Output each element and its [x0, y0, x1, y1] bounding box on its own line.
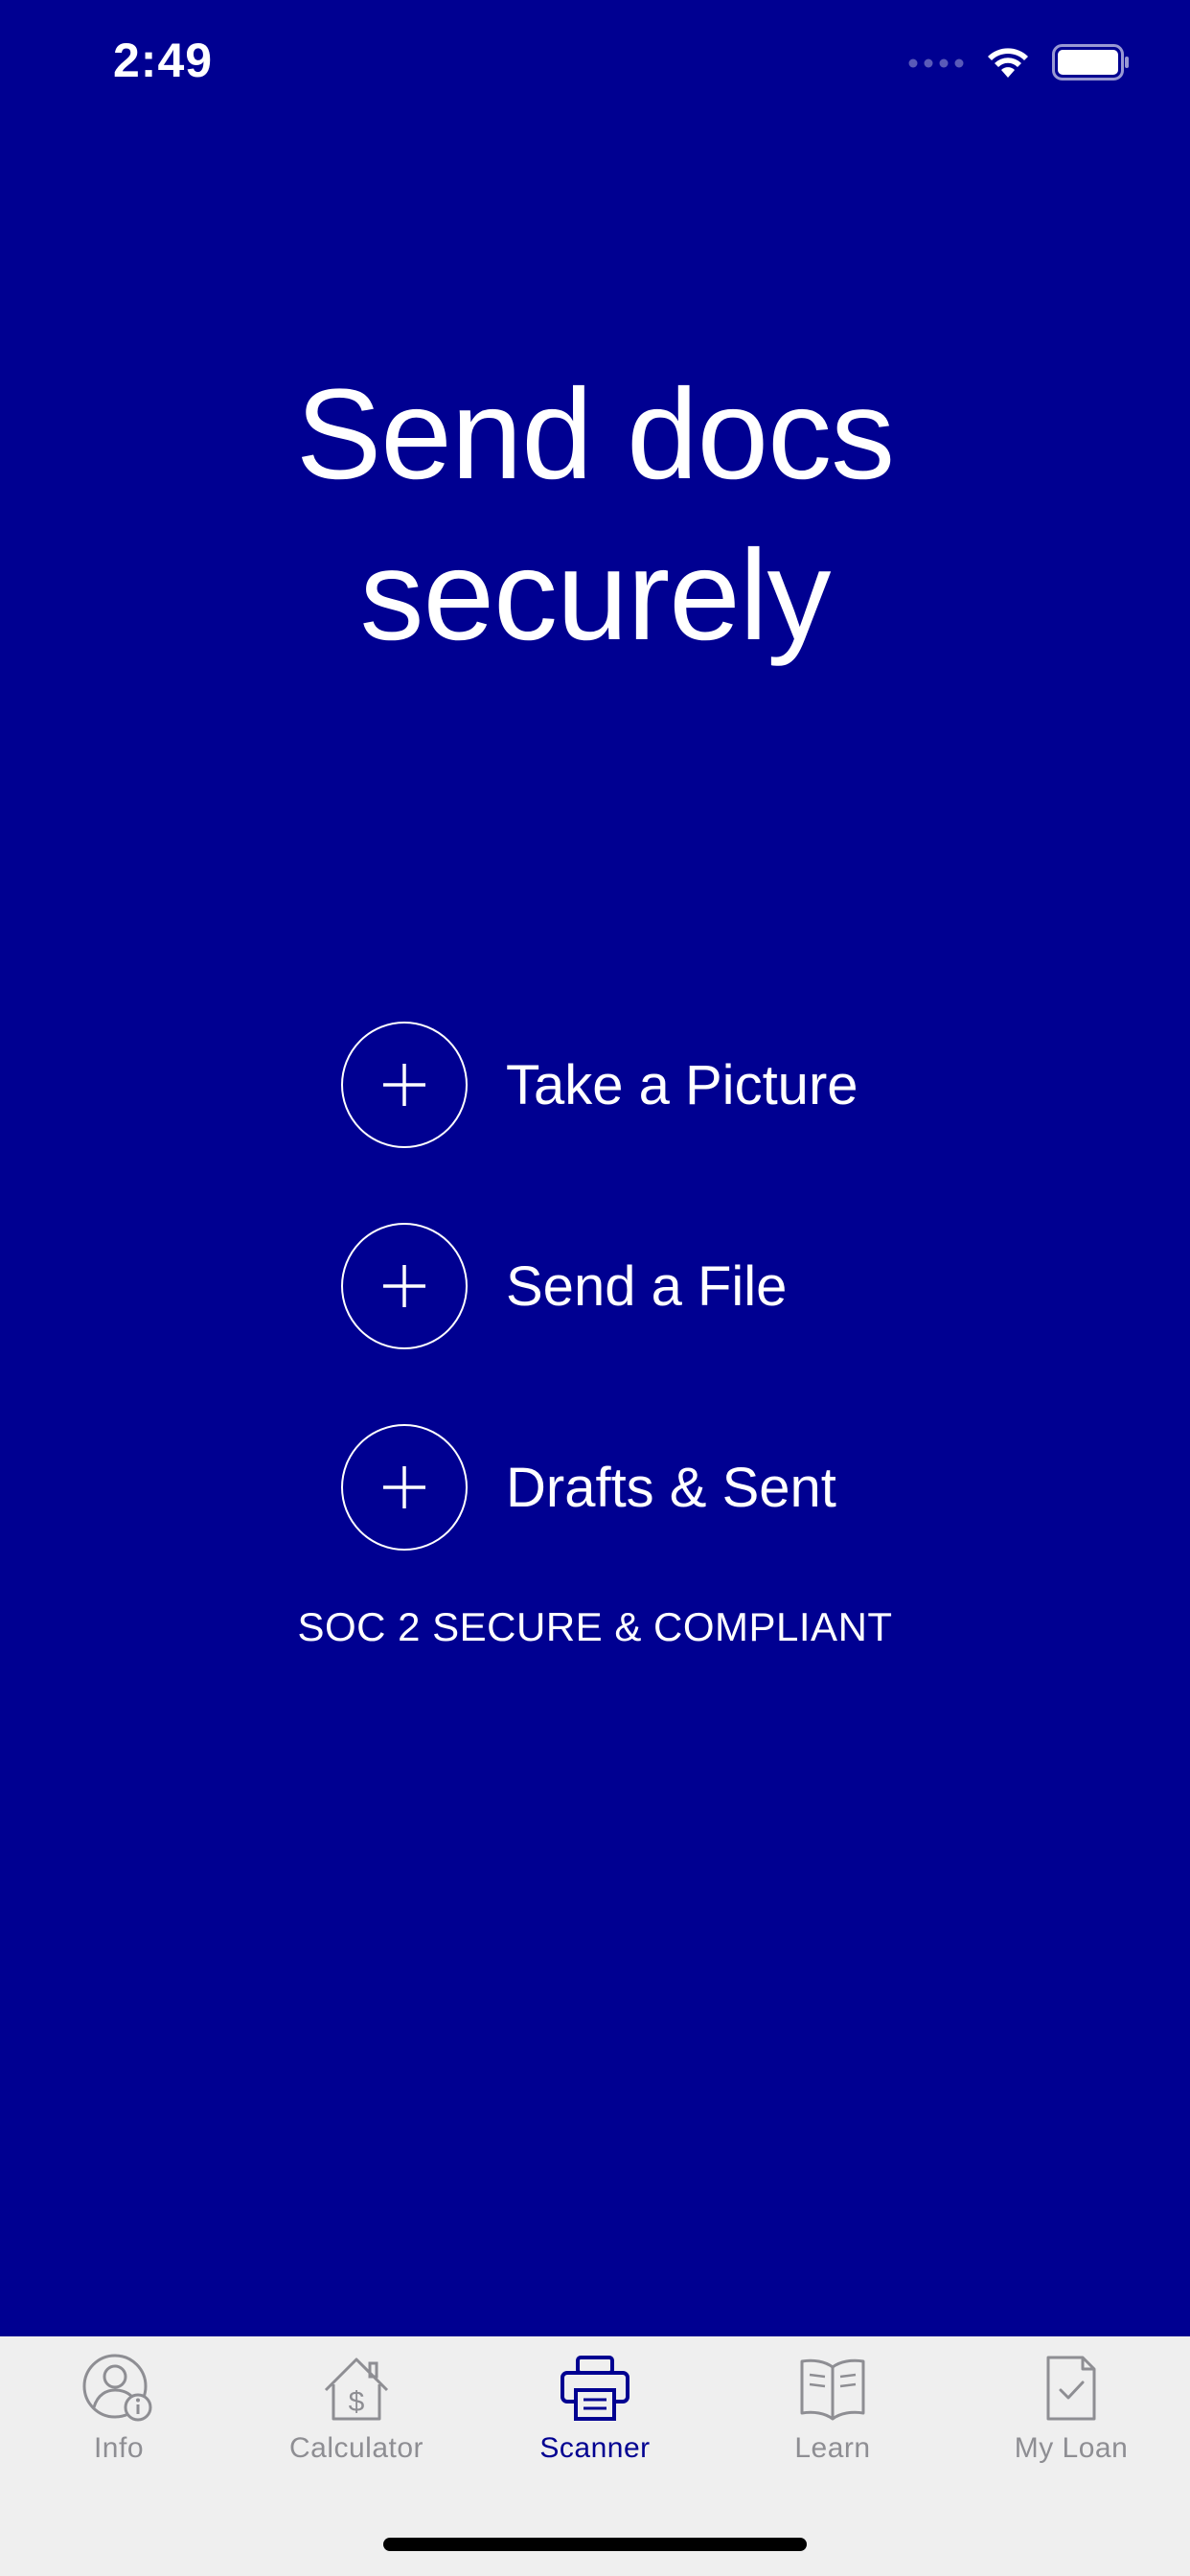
status-bar: 2:49	[0, 0, 1190, 126]
tab-calculator-label: Calculator	[288, 2432, 424, 2464]
tab-info[interactable]: Info	[0, 2354, 238, 2465]
tab-scanner-label: Scanner	[539, 2432, 651, 2464]
drafts-sent-button[interactable]: Drafts & Sent	[341, 1422, 836, 1552]
tab-info-label: Info	[93, 2432, 145, 2464]
wifi-icon	[985, 45, 1031, 84]
tab-scanner[interactable]: Scanner	[476, 2354, 714, 2465]
document-check-icon	[1046, 2356, 1096, 2421]
battery-icon	[1052, 44, 1131, 85]
open-book-icon	[800, 2358, 865, 2421]
plus-icon	[383, 1064, 425, 1106]
send-file-circle[interactable]	[341, 1223, 468, 1349]
plus-icon	[383, 1466, 425, 1508]
compliance-text: SOC 2 SECURE & COMPLIANT	[297, 1604, 893, 1649]
tab-learn-label: Learn	[794, 2432, 871, 2464]
svg-text:$: $	[349, 2386, 365, 2418]
scanner-printer-icon	[561, 2356, 629, 2421]
signal-dots-icon	[908, 57, 964, 74]
tab-calculator[interactable]: $ Calculator	[238, 2354, 475, 2465]
send-file-button[interactable]: Send a File	[341, 1221, 787, 1351]
take-picture-label[interactable]: Take a Picture	[506, 1053, 858, 1117]
drafts-sent-label[interactable]: Drafts & Sent	[506, 1456, 836, 1520]
drafts-sent-circle[interactable]	[341, 1424, 468, 1551]
send-file-label[interactable]: Send a File	[506, 1254, 787, 1319]
tab-my-loan[interactable]: My Loan	[952, 2354, 1190, 2465]
home-indicator[interactable]	[383, 2538, 807, 2551]
house-dollar-icon: $	[324, 2358, 389, 2421]
page-title-line-2: securely	[359, 524, 832, 667]
page-title-line-1: Send docs	[295, 363, 895, 506]
page-title: Send docs securely	[0, 355, 1190, 677]
status-icons	[908, 44, 1131, 85]
plus-icon	[383, 1265, 425, 1307]
take-picture-button[interactable]: Take a Picture	[341, 1020, 858, 1150]
take-picture-circle[interactable]	[341, 1022, 468, 1148]
tab-my-loan-label: My Loan	[1014, 2432, 1129, 2464]
tab-learn[interactable]: Learn	[714, 2354, 951, 2465]
status-time: 2:49	[113, 34, 214, 87]
tab-bar: Info $ Calculator Scanner Learn My Loan	[0, 2336, 1190, 2576]
person-info-icon	[82, 2354, 152, 2422]
